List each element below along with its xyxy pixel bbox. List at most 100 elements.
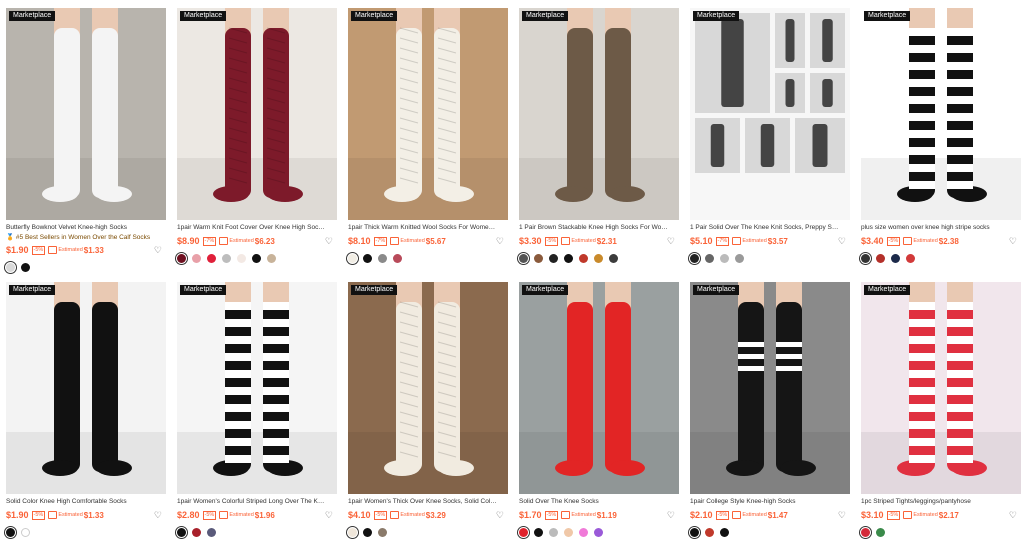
wishlist-heart-icon[interactable]: ♡ bbox=[1009, 510, 1017, 521]
color-swatch[interactable] bbox=[891, 253, 900, 263]
best-seller-tag[interactable]: 🏅 #5 Best Sellers in Women Over the Calf… bbox=[6, 233, 156, 242]
color-swatch[interactable] bbox=[594, 527, 603, 537]
product-image[interactable]: Marketplace bbox=[519, 282, 679, 494]
wishlist-heart-icon[interactable]: ♡ bbox=[667, 236, 675, 247]
color-swatch[interactable] bbox=[393, 253, 402, 263]
product-image[interactable]: Marketplace bbox=[6, 282, 166, 494]
color-swatch[interactable] bbox=[6, 262, 15, 272]
product-card[interactable]: Marketplace Butterfly Bowknot Velvet Knee… bbox=[6, 8, 166, 273]
product-title[interactable]: Solid Over The Knee Socks bbox=[519, 497, 669, 507]
color-swatch[interactable] bbox=[876, 527, 885, 537]
color-swatch[interactable] bbox=[579, 253, 588, 263]
product-photo bbox=[177, 282, 337, 494]
color-swatch[interactable] bbox=[564, 527, 573, 537]
wishlist-heart-icon[interactable]: ♡ bbox=[1009, 236, 1017, 247]
product-card[interactable]: Marketplace 1pair Warm Knit Foot Cover Ov… bbox=[177, 8, 337, 264]
color-swatch[interactable] bbox=[549, 527, 558, 537]
product-card[interactable]: Marketplace Solid Color Knee High Comfort… bbox=[6, 282, 166, 538]
product-image[interactable]: Marketplace bbox=[348, 282, 508, 494]
color-swatch[interactable] bbox=[564, 253, 573, 263]
product-title[interactable]: Butterfly Bowknot Velvet Knee-high Socks bbox=[6, 223, 156, 233]
color-swatch[interactable] bbox=[267, 253, 276, 263]
color-swatch[interactable] bbox=[222, 253, 231, 263]
product-title[interactable]: 1pair Thick Warm Knitted Wool Socks For … bbox=[348, 223, 498, 233]
color-swatch[interactable] bbox=[192, 253, 201, 263]
wishlist-heart-icon[interactable]: ♡ bbox=[325, 236, 333, 247]
wishlist-heart-icon[interactable]: ♡ bbox=[325, 510, 333, 521]
product-title[interactable]: 1 Pair Solid Over The Knee Knit Socks, P… bbox=[690, 223, 840, 233]
color-swatch[interactable] bbox=[207, 527, 216, 537]
color-swatch[interactable] bbox=[378, 527, 387, 537]
color-swatch[interactable] bbox=[720, 527, 729, 537]
color-swatch[interactable] bbox=[21, 527, 30, 537]
color-swatch[interactable] bbox=[579, 527, 588, 537]
product-image[interactable]: Marketplace bbox=[861, 282, 1021, 494]
color-swatch[interactable] bbox=[720, 253, 729, 263]
color-swatch[interactable] bbox=[735, 253, 744, 263]
color-swatch[interactable] bbox=[177, 527, 186, 537]
color-swatch[interactable] bbox=[363, 253, 372, 263]
color-swatch[interactable] bbox=[363, 527, 372, 537]
product-card[interactable]: Marketplace Solid Over The Knee Socks $1.7… bbox=[519, 282, 679, 538]
color-swatch[interactable] bbox=[6, 527, 15, 537]
product-image[interactable]: Marketplace bbox=[690, 282, 850, 494]
color-swatch[interactable] bbox=[906, 253, 915, 263]
product-image[interactable]: Marketplace bbox=[861, 8, 1021, 220]
color-swatch[interactable] bbox=[348, 253, 357, 263]
product-image[interactable]: Marketplace bbox=[177, 282, 337, 494]
color-swatch[interactable] bbox=[252, 253, 261, 263]
product-title[interactable]: plus size women over knee high stripe so… bbox=[861, 223, 1011, 233]
product-card[interactable]: Marketplace 1pair College Style Knee-high… bbox=[690, 282, 850, 538]
product-title[interactable]: 1pair Women's Colorful Striped Long Over… bbox=[177, 497, 327, 507]
color-swatch[interactable] bbox=[609, 253, 618, 263]
color-swatch[interactable] bbox=[690, 253, 699, 263]
product-title[interactable]: 1pair Women's Thick Over Knee Socks, Sol… bbox=[348, 497, 498, 507]
color-swatch[interactable] bbox=[861, 527, 870, 537]
color-swatch[interactable] bbox=[549, 253, 558, 263]
product-title[interactable]: 1 Pair Brown Stackable Knee High Socks F… bbox=[519, 223, 669, 233]
product-image[interactable]: Marketplace bbox=[6, 8, 166, 220]
wishlist-heart-icon[interactable]: ♡ bbox=[154, 510, 162, 521]
product-card[interactable]: Marketplace 1 Pair Brown Stackable Knee H… bbox=[519, 8, 679, 264]
product-card[interactable]: Marketplace 1pair Thick Warm Knitted Wool… bbox=[348, 8, 508, 264]
product-title[interactable]: 1pair Warm Knit Foot Cover Over Knee Hig… bbox=[177, 223, 327, 233]
color-swatch[interactable] bbox=[705, 527, 714, 537]
product-image[interactable]: Marketplace bbox=[177, 8, 337, 220]
product-title[interactable]: 1pair College Style Knee-high Socks bbox=[690, 497, 840, 507]
wishlist-heart-icon[interactable]: ♡ bbox=[838, 236, 846, 247]
color-swatch[interactable] bbox=[534, 253, 543, 263]
wishlist-heart-icon[interactable]: ♡ bbox=[496, 236, 504, 247]
product-image[interactable]: Marketplace bbox=[348, 8, 508, 220]
wishlist-heart-icon[interactable]: ♡ bbox=[154, 245, 162, 256]
color-swatch[interactable] bbox=[378, 253, 387, 263]
product-title[interactable]: 1pc Striped Tights/leggings/pantyhose bbox=[861, 497, 1011, 507]
color-swatch[interactable] bbox=[21, 262, 30, 272]
product-card[interactable]: Marketplace plus size women over knee hig… bbox=[861, 8, 1021, 264]
color-swatch[interactable] bbox=[876, 253, 885, 263]
color-swatch[interactable] bbox=[690, 527, 699, 537]
color-swatch[interactable] bbox=[207, 253, 216, 263]
color-swatch[interactable] bbox=[177, 253, 186, 263]
product-card[interactable]: Marketplace 1pair Women's Thick Over Knee… bbox=[348, 282, 508, 538]
color-swatch[interactable] bbox=[192, 527, 201, 537]
color-swatch[interactable] bbox=[534, 527, 543, 537]
product-card[interactable]: Marketplace 1pair Women's Colorful Stripe… bbox=[177, 282, 337, 538]
product-photo bbox=[519, 8, 679, 220]
product-image[interactable]: Marketplace bbox=[690, 8, 850, 220]
product-card[interactable]: Marketplace 1pc Striped Tights/leggings/p… bbox=[861, 282, 1021, 538]
color-swatch[interactable] bbox=[237, 253, 246, 263]
product-photo bbox=[861, 282, 1021, 494]
color-swatch[interactable] bbox=[348, 527, 357, 537]
estimated-label: Estimated bbox=[400, 512, 425, 518]
color-swatch[interactable] bbox=[705, 253, 714, 263]
wishlist-heart-icon[interactable]: ♡ bbox=[667, 510, 675, 521]
wishlist-heart-icon[interactable]: ♡ bbox=[496, 510, 504, 521]
color-swatch[interactable] bbox=[861, 253, 870, 263]
color-swatch[interactable] bbox=[519, 253, 528, 263]
color-swatch[interactable] bbox=[519, 527, 528, 537]
product-title[interactable]: Solid Color Knee High Comfortable Socks bbox=[6, 497, 156, 507]
product-image[interactable]: Marketplace bbox=[519, 8, 679, 220]
product-card[interactable]: Marketplace 1 Pair Solid Over The Knee Kn… bbox=[690, 8, 850, 264]
wishlist-heart-icon[interactable]: ♡ bbox=[838, 510, 846, 521]
color-swatch[interactable] bbox=[594, 253, 603, 263]
